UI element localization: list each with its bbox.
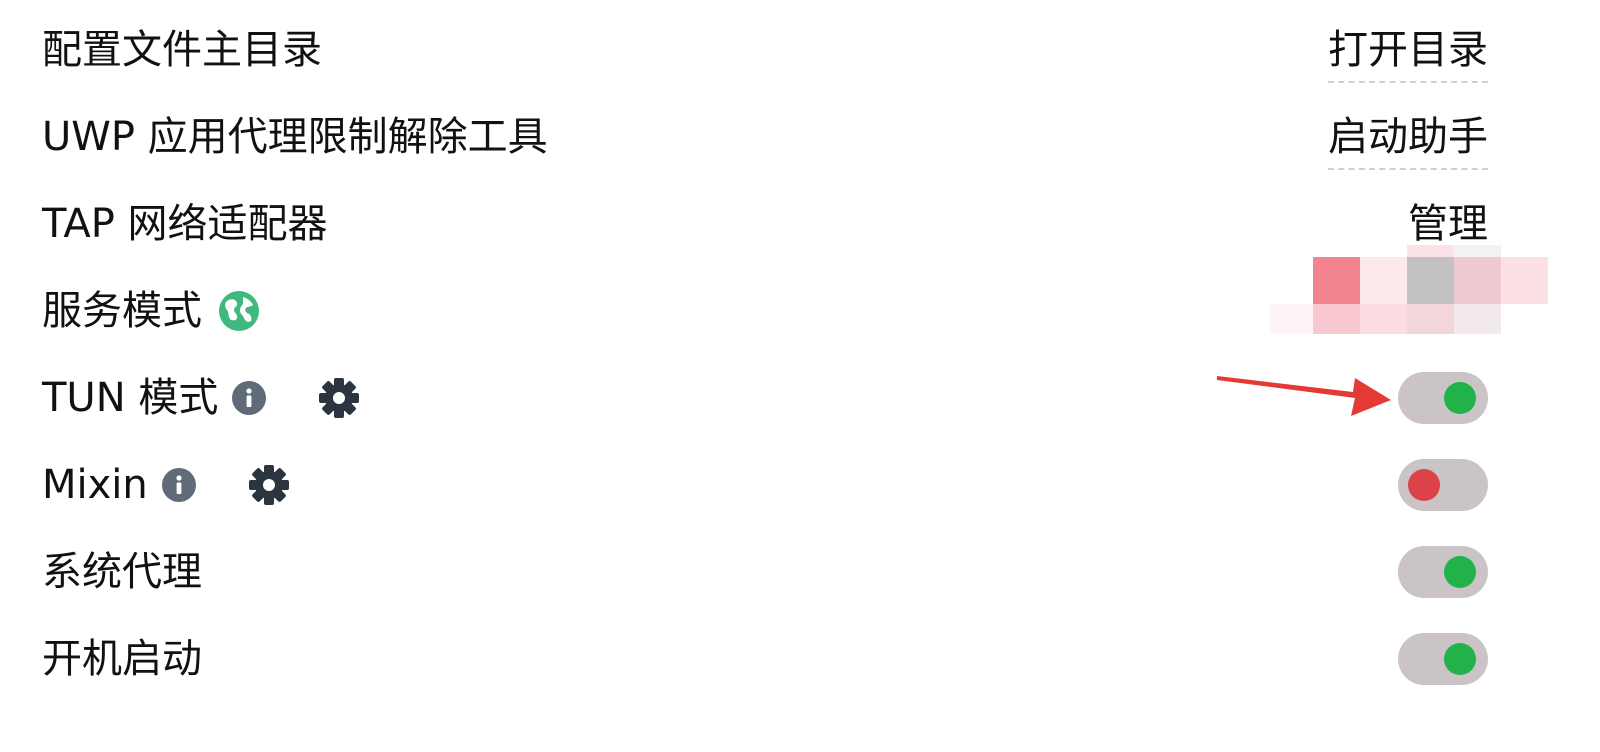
system-proxy-label: 系统代理 — [42, 548, 202, 595]
row-profile-directory: 配置文件主目录 打开目录 — [0, 6, 1600, 93]
row-system-proxy: 系统代理 — [0, 528, 1600, 615]
tun-mode-label: TUN 模式 — [42, 374, 219, 421]
system-proxy-toggle[interactable] — [1398, 545, 1488, 598]
toggle-knob — [1444, 642, 1476, 675]
profile-directory-label: 配置文件主目录 — [42, 26, 322, 73]
row-autostart: 开机启动 — [0, 615, 1600, 702]
redacted-area — [1270, 245, 1550, 341]
launch-helper-link[interactable]: 启动助手 — [1328, 113, 1488, 170]
gear-icon[interactable] — [318, 377, 360, 419]
uwp-tool-label: UWP 应用代理限制解除工具 — [42, 113, 548, 160]
gear-icon[interactable] — [248, 464, 290, 506]
autostart-label: 开机启动 — [42, 635, 202, 682]
service-mode-label: 服务模式 — [42, 287, 202, 334]
tun-mode-toggle[interactable] — [1398, 371, 1488, 424]
red-arrow-annotation — [1217, 376, 1391, 416]
open-directory-link[interactable]: 打开目录 — [1328, 26, 1488, 83]
mixin-label: Mixin — [42, 461, 148, 508]
info-icon[interactable] — [161, 467, 196, 502]
toggle-knob — [1444, 555, 1476, 588]
row-uwp-tool: UWP 应用代理限制解除工具 启动助手 — [0, 93, 1600, 180]
toggle-knob — [1444, 381, 1476, 414]
globe-icon — [218, 290, 260, 332]
row-mixin: Mixin — [0, 441, 1600, 528]
row-service-mode: 服务模式 — [0, 245, 1600, 354]
toggle-knob — [1408, 468, 1440, 501]
info-icon[interactable] — [232, 380, 267, 415]
settings-list: 配置文件主目录 打开目录 UWP 应用代理限制解除工具 启动助手 TAP 网络适… — [0, 6, 1600, 702]
mixin-toggle[interactable] — [1398, 458, 1488, 511]
autostart-toggle[interactable] — [1398, 632, 1488, 685]
tap-adapter-label: TAP 网络适配器 — [42, 200, 328, 247]
